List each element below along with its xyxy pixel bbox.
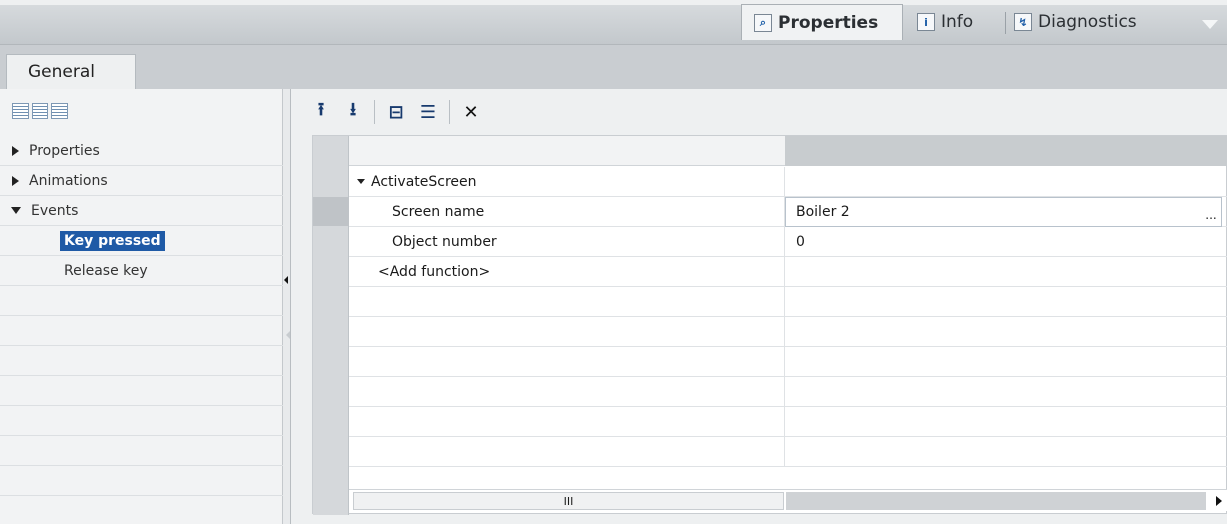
move-down-icon[interactable]: ⭳ [342, 99, 364, 123]
tree-item-key-pressed[interactable]: Key pressed [0, 226, 283, 256]
tab-diagnostics[interactable]: ↯ Diagnostics [1012, 4, 1137, 40]
row-header-column [313, 136, 349, 515]
tab-properties[interactable]: ⌕ Properties [741, 4, 903, 40]
collapse-left-icon[interactable] [284, 276, 288, 284]
tree-item-label: Key pressed [60, 230, 165, 251]
collapse-left-icon [286, 331, 290, 339]
collapse-all-icon[interactable]: ⊟ [385, 101, 407, 123]
tree: Properties Animations Events Key pressed… [0, 136, 283, 496]
function-list-grid: ActivateScreen Screen name Object number… [312, 135, 1227, 515]
add-function-label[interactable]: <Add function> [378, 264, 490, 280]
function-row[interactable]: ActivateScreen [349, 167, 1227, 197]
empty-row [0, 466, 283, 496]
empty-row [0, 376, 283, 406]
screen-name-field[interactable]: Boiler 2 ... [785, 197, 1222, 227]
scroll-thumb-grip: III [563, 494, 574, 508]
browse-button[interactable]: ... [1201, 199, 1221, 226]
properties-icon: ⌕ [754, 13, 772, 32]
empty-row [349, 407, 1227, 437]
sub-tab-bar [0, 45, 1227, 89]
param-row-object-number[interactable]: Object number 0 [349, 227, 1227, 257]
info-icon: i [917, 13, 935, 31]
tree-item-label: Events [31, 202, 79, 219]
empty-row [349, 347, 1227, 377]
move-up-icon[interactable]: ⭱ [310, 99, 332, 123]
tree-item-label: Animations [29, 172, 108, 189]
tree-item-properties[interactable]: Properties [0, 136, 283, 166]
expand-all-icon[interactable]: ☰ [417, 101, 439, 123]
empty-row [0, 406, 283, 436]
grid-header [313, 136, 1227, 166]
diagnostics-icon: ↯ [1014, 13, 1032, 31]
empty-row [0, 286, 283, 316]
expand-arrow-icon[interactable] [12, 145, 19, 156]
scroll-thumb[interactable]: III [353, 492, 784, 510]
empty-row [349, 437, 1227, 467]
toolbar-separator [374, 100, 375, 124]
tab-separator [1005, 12, 1006, 34]
tab-properties-label: Properties [778, 12, 879, 33]
tree-item-label: Properties [29, 142, 100, 159]
param-name: Screen name [392, 203, 485, 220]
horizontal-scrollbar[interactable]: III [349, 489, 1227, 511]
empty-row [0, 436, 283, 466]
param-name: Object number [392, 233, 497, 250]
collapse-arrow-icon[interactable] [357, 179, 365, 184]
tab-info-label: Info [941, 12, 974, 32]
scroll-right-icon[interactable] [1216, 496, 1222, 506]
empty-row [0, 316, 283, 346]
tree-item-events[interactable]: Events [0, 196, 283, 226]
view-toggle-icon[interactable] [12, 103, 69, 119]
events-editor: ⭱ ⭳ ⊟ ☰ ✕ ActivateScreen Screen name Obj… [292, 89, 1227, 524]
left-navigation-panel: Properties Animations Events Key pressed… [0, 89, 283, 524]
tab-general-label: General [28, 62, 95, 82]
collapse-arrow-icon[interactable] [11, 207, 21, 214]
delete-icon[interactable]: ✕ [460, 101, 482, 123]
panel-splitter[interactable] [283, 89, 291, 524]
param-value[interactable]: 0 [796, 234, 805, 250]
chevron-down-icon[interactable] [1196, 6, 1224, 42]
tab-info[interactable]: i Info [913, 4, 973, 40]
empty-row [0, 346, 283, 376]
row-selector[interactable] [313, 197, 349, 226]
function-name: ActivateScreen [371, 173, 477, 190]
param-value: Boiler 2 [796, 204, 850, 220]
empty-row [349, 377, 1227, 407]
add-function-row[interactable]: <Add function> [349, 257, 1227, 287]
expand-arrow-icon[interactable] [12, 175, 19, 186]
tree-item-label: Release key [64, 262, 148, 279]
tab-general[interactable]: General [6, 54, 136, 89]
tab-diagnostics-label: Diagnostics [1038, 12, 1137, 32]
toolbar-separator [449, 100, 450, 124]
empty-row [349, 317, 1227, 347]
tree-item-release-key[interactable]: Release key [0, 256, 283, 286]
scroll-track[interactable] [786, 492, 1206, 510]
events-toolbar: ⭱ ⭳ ⊟ ☰ ✕ [310, 99, 482, 125]
empty-row [349, 287, 1227, 317]
tree-item-animations[interactable]: Animations [0, 166, 283, 196]
